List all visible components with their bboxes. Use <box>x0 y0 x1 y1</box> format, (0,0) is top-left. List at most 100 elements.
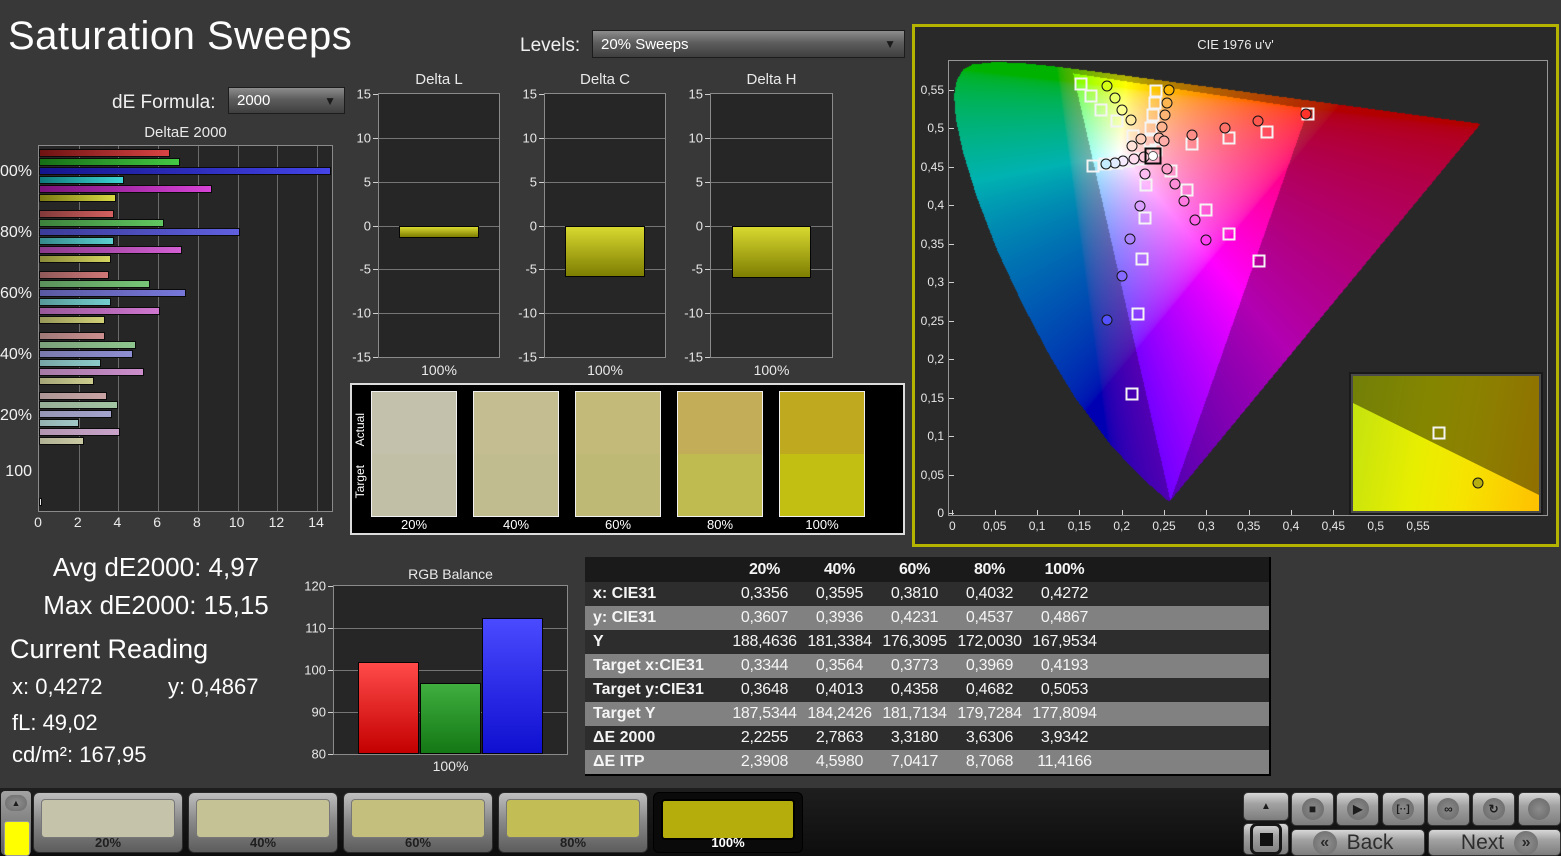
stop-button[interactable]: ■ <box>1291 792 1334 826</box>
cie-y-tick-label: 0,4 <box>927 198 944 213</box>
deltae-bar-green <box>39 279 151 288</box>
delta-h-title: Delta H <box>746 71 797 88</box>
y-tick-label: -15 <box>518 349 537 365</box>
back-chevron-icon: « <box>1312 830 1337 855</box>
actual-swatch <box>372 392 456 454</box>
reading-cdm2: cd/m²: 167,95 <box>12 742 147 767</box>
cell-value: 0,3969 <box>965 657 1014 674</box>
delta-c-title: Delta C <box>579 71 631 88</box>
up-arrow-icon: ▲ <box>1261 801 1271 812</box>
y-tick-label: 80 <box>311 746 326 762</box>
patch-button-label: 60% <box>404 835 432 850</box>
next-button-label: Next <box>1460 830 1505 854</box>
cie-target-square-green <box>1074 77 1088 91</box>
cie-measured-dot-cyan <box>1100 158 1112 170</box>
patch-button-40%[interactable]: 40% <box>188 792 338 853</box>
back-button[interactable]: « Back <box>1291 829 1425 856</box>
cell-value: 0,4272 <box>1040 585 1089 602</box>
tick-mark <box>949 359 954 361</box>
row-fill <box>1102 702 1269 726</box>
cell-value: 0,4682 <box>965 681 1014 698</box>
patch-swatch <box>351 799 485 838</box>
delta_l-bar <box>399 225 479 238</box>
cie-measured-dot-magenta <box>1178 195 1190 207</box>
gridline <box>711 181 832 183</box>
table-header-cell: 20% <box>748 561 781 578</box>
cie-plot-area: 0 0,05 0,1 0,15 0,2 0,25 0,3 0,35 0,4 0,45 0,5 0,55… <box>921 60 1548 533</box>
collapse-up-icon[interactable]: ▲ <box>5 795 27 811</box>
cie-measured-dot-yellow <box>1156 121 1168 133</box>
cell-value: 2,3908 <box>740 753 789 770</box>
patch-button-60%[interactable]: 60% <box>343 792 493 853</box>
play-button[interactable]: ▶ <box>1336 792 1380 826</box>
cell-value: 0,3564 <box>815 657 864 674</box>
delta-h-chart: 15 10 5 0 -5 -10 -15 <box>684 87 833 365</box>
blank-button[interactable] <box>1517 792 1561 826</box>
de-formula-dropdown[interactable]: 2000 ▼ <box>228 87 345 114</box>
segment-button[interactable]: [··] <box>1381 792 1425 826</box>
cell-value: 0,3936 <box>815 609 864 626</box>
cie-y-tick-label: 0,15 <box>920 390 944 405</box>
deltae-group-labels: 100% 80% 60% 40% 20% 100 <box>0 145 36 512</box>
cie-measured-dot-blue <box>1139 168 1151 180</box>
tick-mark <box>328 628 333 629</box>
cie-target-square-blue <box>1125 387 1139 401</box>
tick-mark <box>705 181 710 183</box>
cie-x-tick-label: 0,4 <box>1282 519 1300 533</box>
row-label: Y <box>593 633 604 650</box>
patch-button-80%[interactable]: 80% <box>498 792 648 853</box>
cie-measured-dot-yellow <box>1161 97 1173 109</box>
tick-mark <box>949 243 954 245</box>
actual-swatch <box>576 392 660 454</box>
cie-measured-dot-blue <box>1101 314 1113 326</box>
cie-measured-dot-cyan <box>1128 153 1140 165</box>
cie-measured-dot-yellow <box>1159 109 1171 121</box>
group-label: 60% <box>0 285 32 303</box>
cell-value: 8,7068 <box>965 753 1014 770</box>
cie-y-tick-label: 0,5 <box>927 121 944 136</box>
tick-mark <box>373 94 378 95</box>
deltae-bar-red <box>39 209 115 218</box>
cell-value: 0,3607 <box>740 609 789 626</box>
deltae-bar-cyan <box>39 297 111 306</box>
refresh-button[interactable]: ↻ <box>1472 792 1516 826</box>
group-label: 20% <box>0 406 32 424</box>
patch-button-20%[interactable]: 20% <box>33 792 183 853</box>
patch-button-label: 40% <box>249 835 277 850</box>
y-tick-label: -15 <box>352 349 371 365</box>
actual-swatch <box>474 392 558 454</box>
reading-y: y: 0,4867 <box>168 674 259 699</box>
cell-value: 0,3344 <box>740 657 789 674</box>
cell-value: 2,7863 <box>815 729 864 746</box>
transport-up-button[interactable]: ▲ <box>1243 792 1289 821</box>
next-button[interactable]: Next » <box>1428 829 1561 856</box>
table-header-fill <box>1102 557 1269 582</box>
y-tick-label: 0 <box>363 218 371 233</box>
y-tick-label: -10 <box>684 305 703 321</box>
pattern-window-button[interactable] <box>1243 823 1289 855</box>
chevron-down-icon: ▼ <box>884 37 896 51</box>
deltae-bar-cyan <box>39 236 115 245</box>
cell-value: 0,5053 <box>1040 681 1089 698</box>
infinity-button[interactable]: ∞ <box>1426 792 1470 826</box>
deltae-bar-green <box>39 401 119 410</box>
cell-value: 179,7284 <box>957 705 1022 722</box>
cie-measured-dot-red <box>1186 129 1198 141</box>
swatch-label: 40% <box>502 517 530 532</box>
patch-swatch <box>506 799 640 838</box>
tick-mark <box>373 357 378 358</box>
tick-mark <box>705 269 710 271</box>
target-swatch <box>678 454 762 516</box>
cie-target-square-red <box>1222 131 1236 145</box>
tick-mark <box>1164 510 1166 515</box>
stop-icon: ■ <box>1301 798 1324 820</box>
row-label: x: CIE31 <box>593 585 657 602</box>
y-tick-label: 5 <box>363 174 371 190</box>
cell-value: 0,4537 <box>965 609 1014 626</box>
patch-swatch <box>196 799 330 838</box>
patch-button-100%[interactable]: 100% <box>653 792 803 853</box>
delta_c-bar <box>565 225 645 278</box>
y-tick-label: -5 <box>691 261 703 277</box>
levels-dropdown[interactable]: 20% Sweeps ▼ <box>592 30 905 58</box>
deltae-bar-red <box>39 149 171 157</box>
